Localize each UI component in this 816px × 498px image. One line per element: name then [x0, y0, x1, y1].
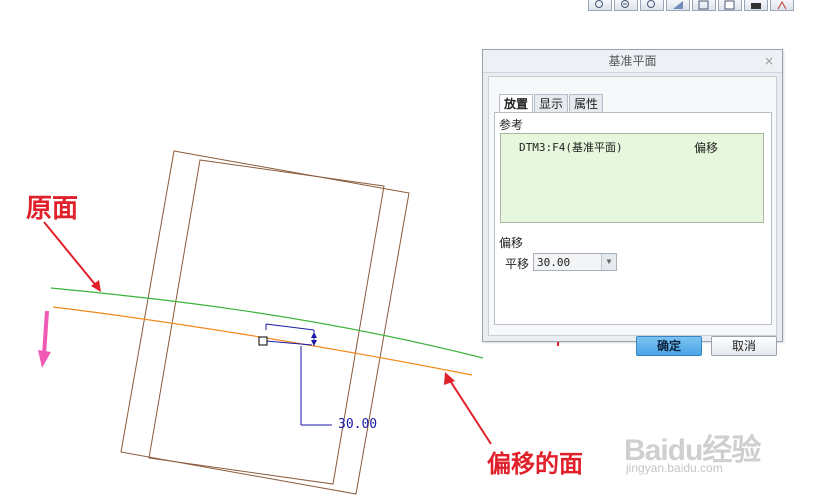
- annotation-offset-plane: 偏移的面: [487, 450, 583, 478]
- tab-placement[interactable]: 放置: [499, 94, 534, 113]
- placement-panel: 参考 DTM3:F4(基准平面) 偏移 偏移 平移 30.00 ▼: [494, 112, 772, 325]
- original-plane-edge: [50, 287, 484, 359]
- annotation-arrow-original: [43, 221, 101, 292]
- dialog-tabs: 放置 显示 属性: [499, 94, 604, 113]
- datum-plane-dialog: 基准平面 × 放置 显示 属性 参考 DTM3:F4(基准平面) 偏移 偏移 平…: [482, 49, 783, 356]
- dimension-value[interactable]: 30.00: [338, 417, 377, 432]
- reference-constraint-type[interactable]: 偏移: [694, 139, 718, 156]
- dialog-body: 放置 显示 属性 参考 DTM3:F4(基准平面) 偏移 偏移 平移 30.00…: [488, 76, 777, 356]
- reference-name[interactable]: DTM3:F4(基准平面): [519, 139, 623, 155]
- wireframe-plane-front: [148, 159, 385, 485]
- translation-value: 30.00: [537, 256, 571, 269]
- ok-button[interactable]: 确定: [636, 336, 702, 356]
- references-label: 参考: [499, 118, 524, 132]
- drag-handle[interactable]: [258, 336, 268, 346]
- cancel-button[interactable]: 取消: [711, 336, 777, 356]
- annotation-original-plane: 原面: [26, 194, 79, 224]
- close-icon[interactable]: ×: [764, 50, 774, 72]
- watermark-url: jingyan.baidu.com: [626, 461, 723, 475]
- tab-properties[interactable]: 属性: [569, 94, 604, 112]
- translation-input[interactable]: 30.00 ▼: [533, 253, 617, 271]
- annotation-arrow-offset: [444, 372, 492, 445]
- translation-label: 平移: [505, 257, 530, 271]
- tab-display[interactable]: 显示: [534, 94, 569, 112]
- dialog-title: 基准平面: [608, 54, 657, 68]
- pink-direction-arrow[interactable]: [38, 310, 51, 368]
- dialog-title-bar[interactable]: 基准平面 ×: [483, 50, 782, 73]
- references-list[interactable]: DTM3:F4(基准平面) 偏移: [500, 133, 764, 223]
- chevron-down-icon[interactable]: ▼: [601, 254, 616, 270]
- watermark: Baidu经验 jingyan.baidu.com: [618, 425, 778, 485]
- offset-section-label: 偏移: [499, 236, 524, 250]
